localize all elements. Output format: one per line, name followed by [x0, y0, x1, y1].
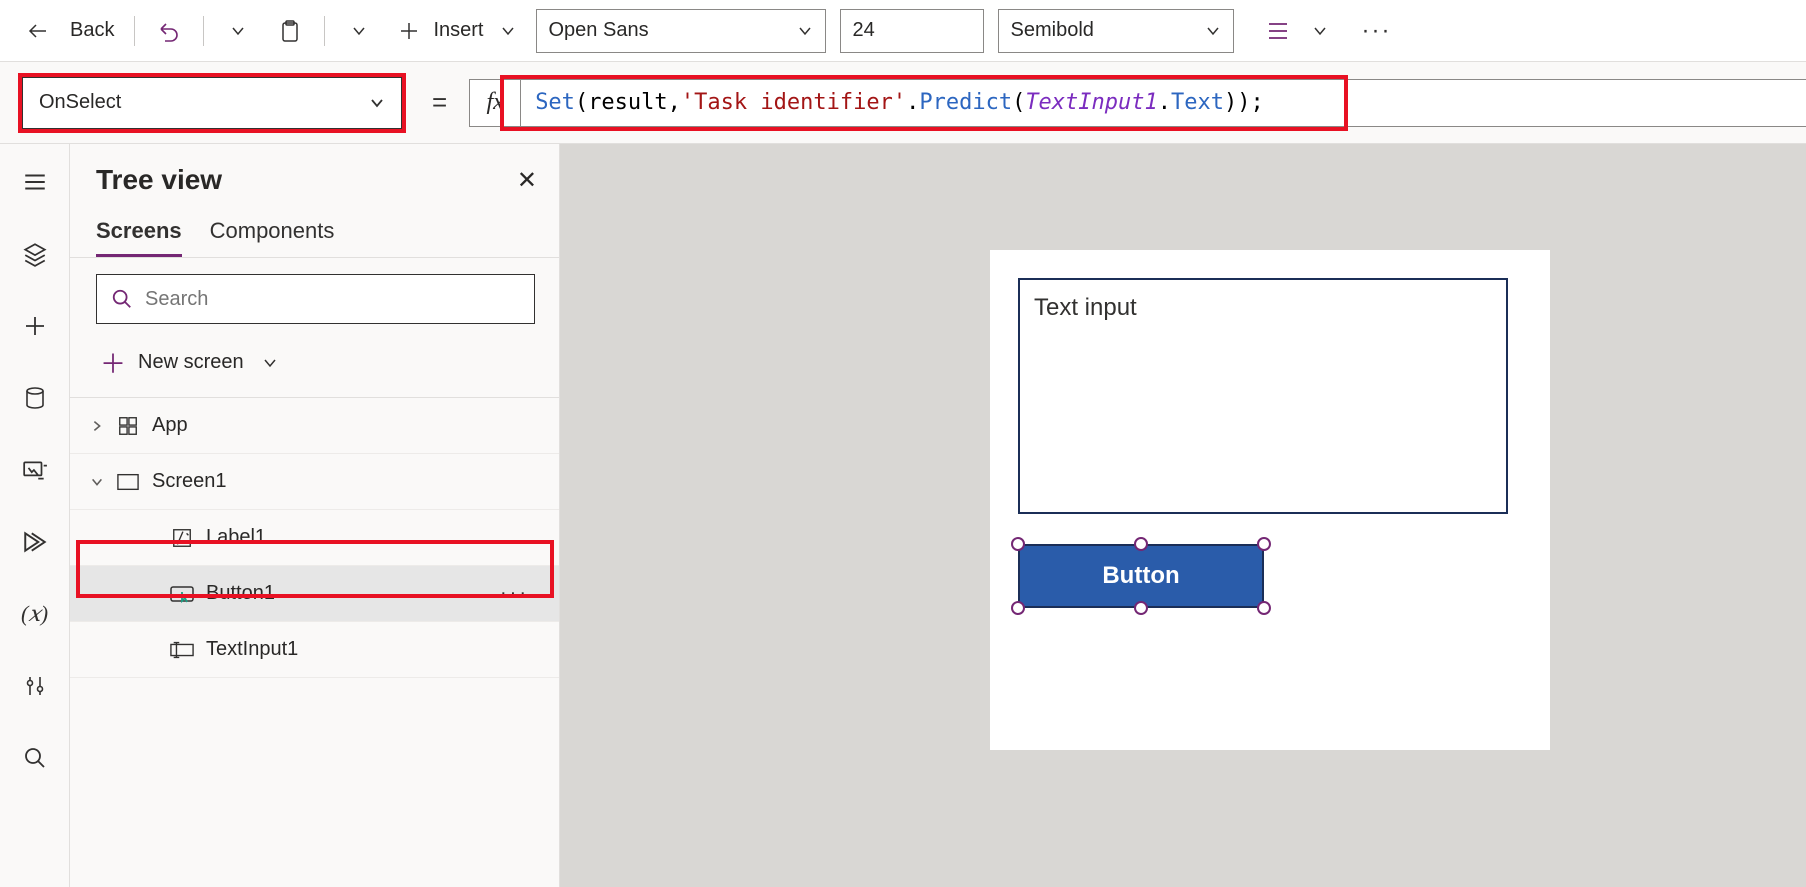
search-box[interactable]	[96, 274, 535, 324]
tk-lp1: (	[575, 90, 588, 115]
tk-text: Text	[1171, 90, 1224, 115]
tree-item-label1[interactable]: Label1	[70, 510, 559, 566]
top-toolbar: Back Insert Open Sans	[0, 0, 1806, 62]
button-control-selected[interactable]: Button	[1018, 544, 1264, 608]
insert-chevron-icon	[494, 17, 522, 45]
tab-components[interactable]: Components	[210, 218, 335, 257]
selection-handle[interactable]	[1011, 537, 1025, 551]
selection-handle[interactable]	[1134, 537, 1148, 551]
paste-icon[interactable]	[276, 17, 304, 45]
textinput-value: Text input	[1034, 294, 1137, 321]
selection-handle[interactable]	[1011, 601, 1025, 615]
tree-item-screen1[interactable]: Screen1	[70, 454, 559, 510]
font-family-select[interactable]: Open Sans	[536, 9, 826, 53]
variables-icon[interactable]: (𝑥)	[19, 598, 51, 630]
tab-screens[interactable]: Screens	[96, 218, 182, 257]
more-icon[interactable]: ···	[1362, 17, 1392, 45]
screen-preview: Text input Button	[990, 250, 1550, 750]
fx-button[interactable]: fx	[469, 79, 521, 127]
tree-view-panel: Tree view ✕ Screens Components ＋ New scr…	[70, 144, 560, 887]
tools-icon[interactable]	[19, 670, 51, 702]
tk-dot1: .	[906, 90, 919, 115]
insert-rail-icon[interactable]	[19, 310, 51, 342]
undo-chevron-icon[interactable]	[224, 17, 252, 45]
left-rail: (𝑥)	[0, 144, 70, 887]
more-icon[interactable]: ···	[500, 582, 529, 605]
textinput-control[interactable]: Text input	[1018, 278, 1508, 514]
selection-handle[interactable]	[1134, 601, 1148, 615]
search-rail-icon[interactable]	[19, 742, 51, 774]
canvas[interactable]: Text input Button	[560, 144, 1806, 887]
selection-handle[interactable]	[1257, 601, 1271, 615]
back-arrow-icon	[24, 17, 52, 45]
chevron-down-icon	[262, 355, 278, 371]
divider	[203, 16, 204, 46]
back-label: Back	[70, 19, 114, 42]
chevron-down-icon	[90, 475, 104, 489]
new-screen-button[interactable]: ＋ New screen	[70, 334, 559, 397]
undo-icon[interactable]	[155, 17, 183, 45]
chevron-down-icon	[797, 23, 813, 39]
chevron-down-icon	[369, 95, 385, 111]
tk-lp2: (	[1012, 90, 1025, 115]
tree-title: Tree view	[96, 164, 222, 196]
tree-item-textinput1[interactable]: TextInput1	[70, 622, 559, 678]
font-size-input[interactable]: 24	[840, 9, 984, 53]
tree-view-icon[interactable]	[19, 238, 51, 270]
tk-str: 'Task identifier'	[681, 90, 906, 115]
search-icon	[111, 288, 133, 310]
label-icon	[170, 526, 194, 550]
chevron-right-icon	[90, 419, 104, 433]
button-label: Button	[1102, 562, 1179, 590]
font-weight-select[interactable]: Semibold	[998, 9, 1234, 53]
font-family-value: Open Sans	[549, 19, 649, 42]
textinput-icon	[170, 638, 194, 662]
power-automate-icon[interactable]	[19, 526, 51, 558]
align-icon[interactable]	[1264, 17, 1292, 45]
property-dropdown[interactable]: OnSelect	[22, 77, 402, 129]
property-value: OnSelect	[39, 91, 121, 114]
equals-sign: =	[432, 87, 447, 118]
tree-item-label: App	[152, 414, 188, 437]
tk-set: Set	[535, 90, 575, 115]
tree-item-label: TextInput1	[206, 638, 298, 661]
formula-bar: OnSelect = fx Set(result, 'Task identifi…	[0, 62, 1806, 144]
chevron-down-icon	[1205, 23, 1221, 39]
tree-item-app[interactable]: App	[70, 398, 559, 454]
tk-result: result	[588, 90, 667, 115]
tk-predict: Predict	[919, 90, 1012, 115]
font-size-value: 24	[853, 19, 875, 42]
tree-item-label: Screen1	[152, 470, 227, 493]
screen-icon	[116, 470, 140, 494]
tk-rp: ));	[1224, 90, 1264, 115]
close-icon[interactable]: ✕	[517, 166, 537, 195]
align-chevron-icon[interactable]	[1306, 17, 1334, 45]
tk-dot2: .	[1158, 90, 1171, 115]
tree-item-label: Button1	[206, 582, 275, 605]
button-icon	[170, 582, 194, 606]
formula-input[interactable]: Set(result, 'Task identifier'.Predict(Te…	[521, 79, 1806, 127]
font-weight-value: Semibold	[1011, 19, 1094, 42]
data-icon[interactable]	[19, 382, 51, 414]
app-icon	[116, 414, 140, 438]
media-icon[interactable]	[19, 454, 51, 486]
insert-button[interactable]: Insert	[395, 17, 521, 45]
tree-item-button1[interactable]: Button1 ···	[70, 566, 559, 622]
insert-label: Insert	[433, 19, 483, 42]
paste-chevron-icon[interactable]	[345, 17, 373, 45]
new-screen-label: New screen	[138, 351, 244, 374]
divider	[134, 16, 135, 46]
tk-comma: ,	[668, 90, 681, 115]
back-group[interactable]: Back	[24, 17, 114, 45]
plus-icon	[395, 17, 423, 45]
divider	[324, 16, 325, 46]
button-control[interactable]: Button	[1018, 544, 1264, 608]
hamburger-icon[interactable]	[19, 166, 51, 198]
tk-obj: TextInput1	[1025, 90, 1157, 115]
search-input[interactable]	[145, 288, 520, 311]
plus-icon: ＋	[100, 344, 126, 381]
selection-handle[interactable]	[1257, 537, 1271, 551]
tree-item-label: Label1	[206, 526, 266, 549]
